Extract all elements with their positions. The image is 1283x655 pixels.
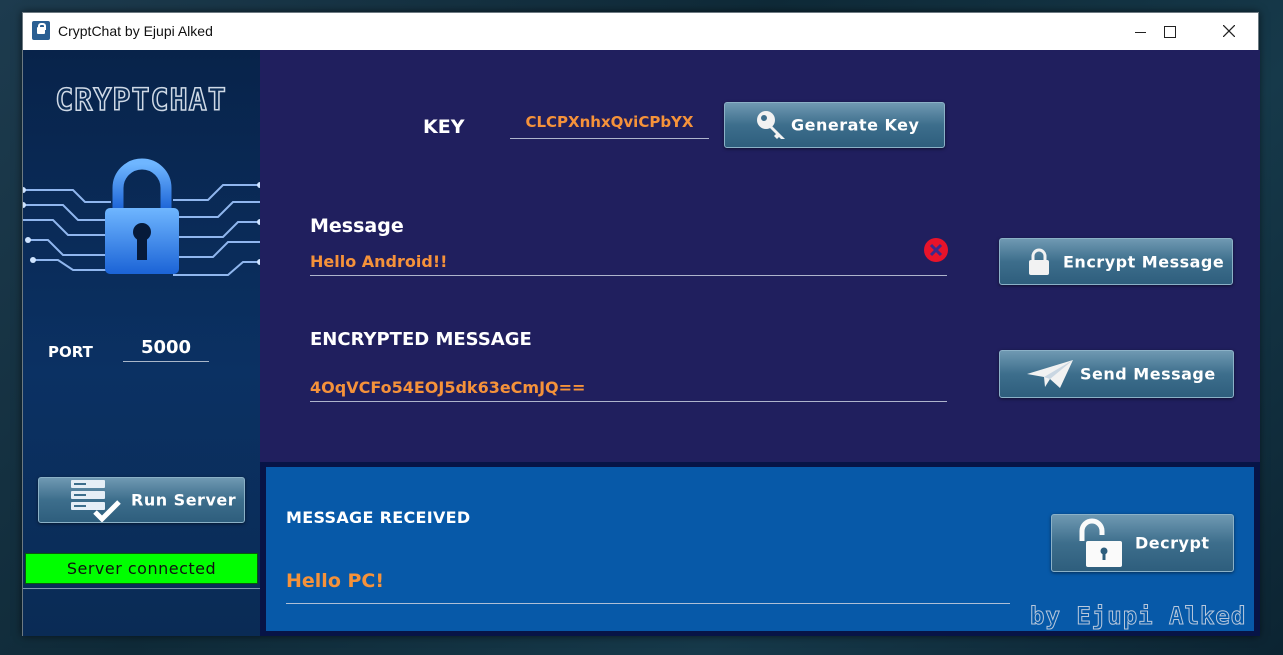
send-message-label: Send Message — [1080, 364, 1216, 384]
encrypt-message-label: Encrypt Message — [1063, 252, 1225, 271]
server-check-icon — [71, 480, 121, 522]
generate-key-label: Generate Key — [791, 115, 920, 135]
compose-panel: KEY CLCPXnhxQviCPbYX Generate Key Messag… — [260, 50, 1260, 462]
send-message-button[interactable]: Send Message — [999, 350, 1234, 398]
server-status-indicator: Server connected — [25, 553, 258, 584]
app-lock-icon — [32, 21, 50, 40]
encrypted-message-field[interactable]: 4OqVCFo54EOJ5dk63eCmJQ== — [310, 375, 947, 402]
clear-message-icon[interactable] — [923, 237, 949, 263]
received-message-field[interactable]: Hello PC! — [286, 563, 1010, 604]
sidebar-divider — [23, 588, 260, 589]
encrypt-message-button[interactable]: Encrypt Message — [999, 238, 1233, 285]
unlock-icon — [1079, 518, 1122, 567]
maximize-button[interactable] — [1141, 13, 1199, 50]
received-panel: MESSAGE RECEIVED Hello PC! Decrypt by Ej… — [260, 462, 1260, 636]
decrypt-button[interactable]: Decrypt — [1051, 514, 1234, 572]
key-input[interactable]: CLCPXnhxQviCPbYX — [510, 108, 709, 139]
received-panel-body: MESSAGE RECEIVED Hello PC! Decrypt by Ej… — [266, 467, 1254, 631]
app-logo-text: CRYPTCHAT — [54, 82, 227, 119]
decrypt-label: Decrypt — [1135, 533, 1210, 553]
app-window: CryptChat by Ejupi Alked CRYPTCHAT PORT … — [22, 12, 1260, 636]
padlock-circuit-icon — [23, 158, 260, 276]
message-received-label: MESSAGE RECEIVED — [286, 508, 471, 527]
close-button[interactable] — [1200, 13, 1258, 50]
run-server-label: Run Server — [131, 490, 237, 510]
title-bar[interactable]: CryptChat by Ejupi Alked — [23, 13, 1258, 50]
port-input[interactable]: 5000 — [123, 337, 209, 362]
author-signature: by Ejupi Alked — [1029, 602, 1247, 631]
encrypted-message-label: ENCRYPTED MESSAGE — [310, 329, 532, 350]
paper-plane-icon — [1027, 360, 1073, 388]
message-label: Message — [310, 215, 404, 237]
message-input[interactable]: Hello Android!! — [310, 249, 947, 276]
key-icon — [757, 111, 785, 139]
run-server-button[interactable]: Run Server — [38, 477, 245, 523]
port-label: PORT — [48, 343, 93, 361]
window-title: CryptChat by Ejupi Alked — [58, 23, 213, 39]
close-icon — [1223, 25, 1235, 37]
generate-key-button[interactable]: Generate Key — [724, 102, 945, 148]
key-label: KEY — [423, 116, 465, 138]
lock-icon — [1029, 248, 1049, 275]
sidebar: CRYPTCHAT PORT 5000 Run Server Server co… — [23, 50, 260, 636]
